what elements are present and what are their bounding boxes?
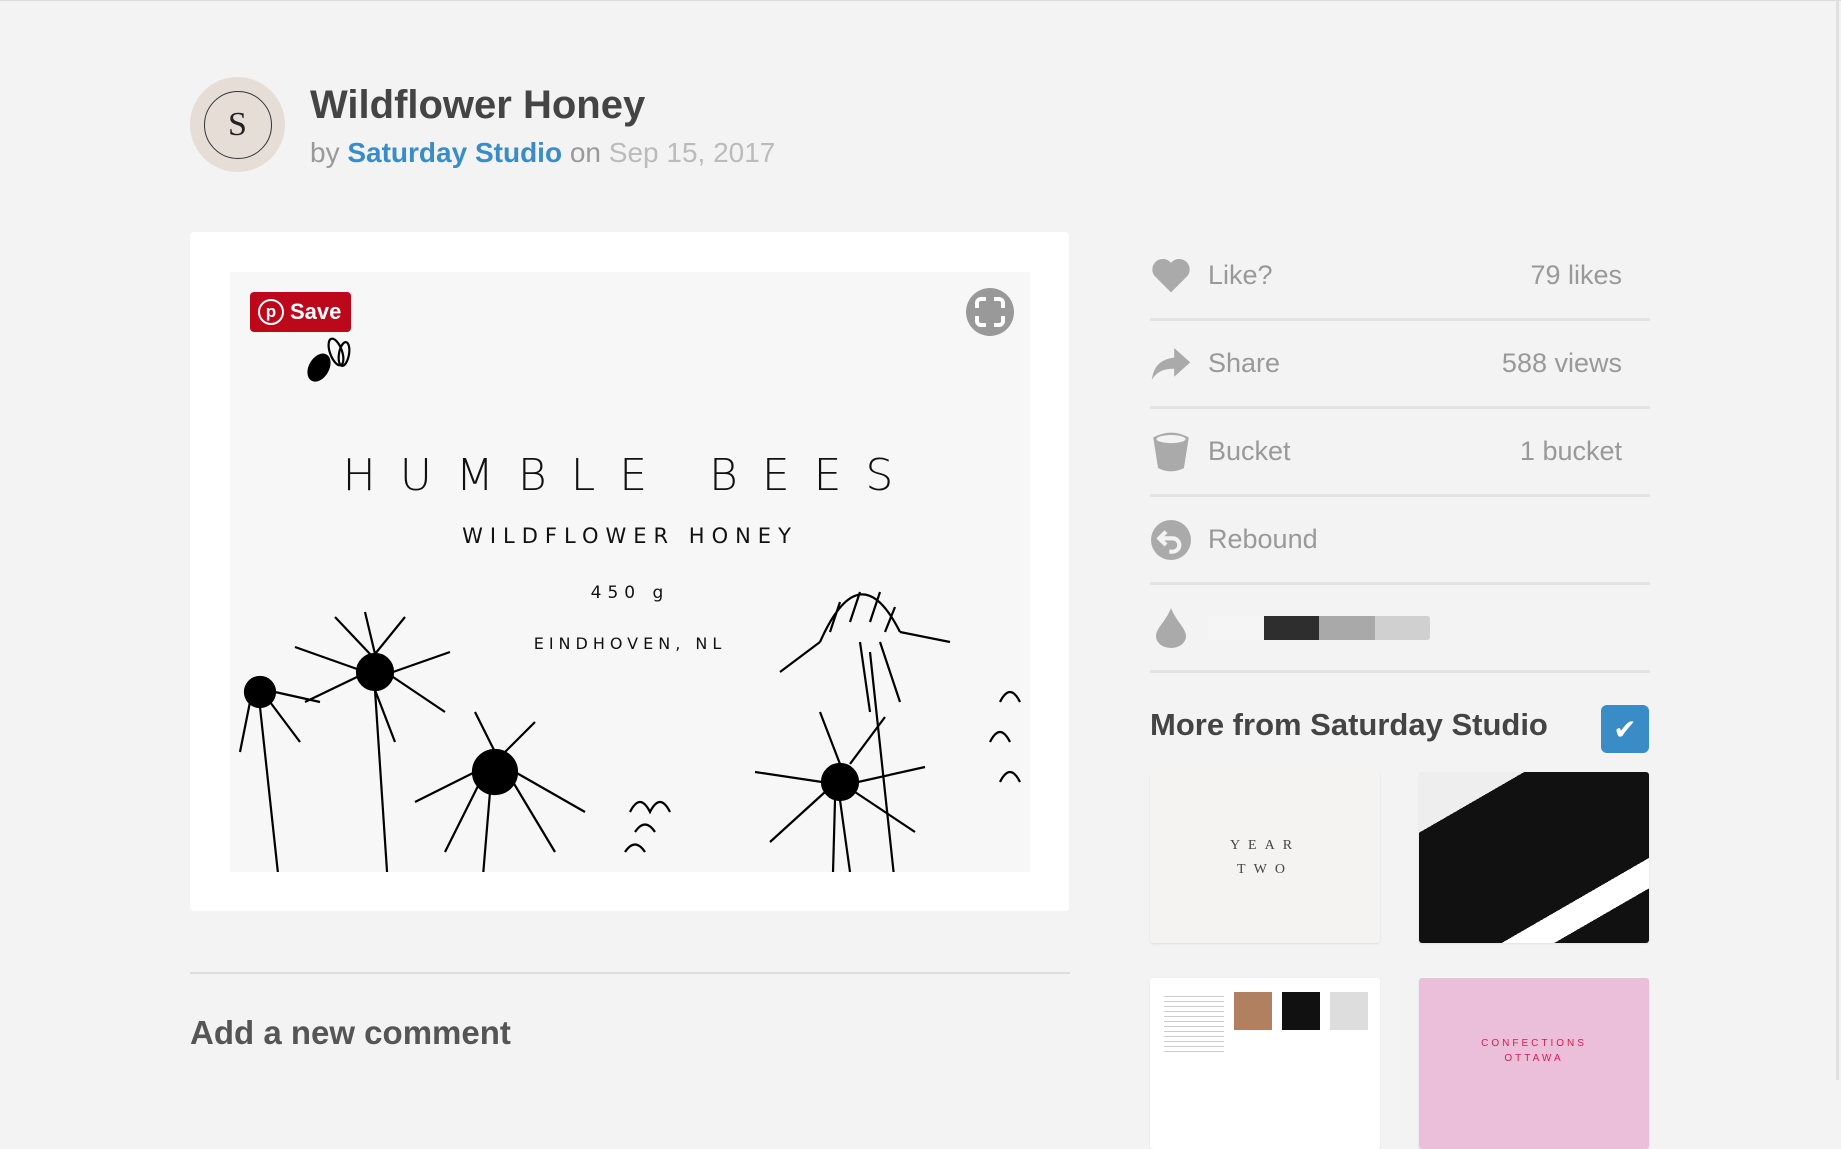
author-link[interactable]: Saturday Studio bbox=[347, 137, 562, 168]
label-location: EINDHOVEN, NL bbox=[533, 634, 727, 653]
rebound-label: Rebound bbox=[1208, 524, 1318, 554]
flower-illustration bbox=[238, 337, 1021, 872]
shot-title: Wildflower Honey bbox=[310, 83, 646, 127]
label-weight: 450 g bbox=[590, 583, 670, 603]
on-text: on bbox=[569, 137, 601, 168]
heart-icon bbox=[1150, 255, 1192, 297]
checkmark-icon: ✔ bbox=[1613, 713, 1637, 745]
byline: by Saturday Studio on Sep 15, 2017 bbox=[310, 137, 775, 169]
like-label: Like? bbox=[1208, 260, 1273, 290]
share-label: Share bbox=[1208, 348, 1281, 378]
divider bbox=[190, 972, 1070, 974]
more-from-heading[interactable]: More from Saturday Studio bbox=[1150, 707, 1548, 743]
shot-image[interactable]: p Save HUMBLE BEES WILDFLOWER HONEY 450 g… bbox=[230, 272, 1030, 872]
label-product: WILDFLOWER HONEY bbox=[462, 524, 798, 548]
like-row[interactable]: Like? 79 likes bbox=[1150, 233, 1650, 321]
shot-card: p Save HUMBLE BEES WILDFLOWER HONEY 450 g… bbox=[190, 232, 1069, 911]
thumb-text: OTTAWA bbox=[1504, 1053, 1564, 1064]
palette-swatch[interactable] bbox=[1263, 615, 1319, 640]
likes-count: 79 likes bbox=[1530, 260, 1622, 290]
share-row[interactable]: Share 588 views bbox=[1150, 321, 1650, 409]
thumb-confections[interactable]: CONFECTIONS OTTAWA bbox=[1419, 978, 1649, 1149]
thumb-black-package[interactable] bbox=[1419, 772, 1649, 943]
rebound-row[interactable]: Rebound bbox=[1150, 497, 1650, 585]
color-palette-row bbox=[1150, 585, 1650, 673]
bucket-label: Bucket bbox=[1208, 436, 1291, 466]
comment-heading: Add a new comment bbox=[190, 1014, 511, 1051]
thumb-text: CONFECTIONS bbox=[1481, 1038, 1587, 1049]
bucket-row[interactable]: Bucket 1 bucket bbox=[1150, 409, 1650, 497]
thumb-text: YEAR bbox=[1229, 837, 1301, 853]
thumb-text: TWO bbox=[1237, 861, 1293, 877]
views-count: 588 views bbox=[1501, 348, 1622, 378]
thumb-year-two[interactable]: YEAR TWO bbox=[1150, 772, 1380, 943]
droplet-icon bbox=[1150, 607, 1192, 649]
palette-swatch[interactable] bbox=[1208, 615, 1264, 640]
post-date: Sep 15, 2017 bbox=[608, 137, 776, 168]
author-avatar[interactable]: S bbox=[190, 77, 285, 172]
palette-swatch[interactable] bbox=[1319, 615, 1375, 640]
scrollbar[interactable] bbox=[1836, 1, 1839, 1080]
bucket-icon bbox=[1150, 431, 1192, 473]
pinterest-icon: p bbox=[258, 299, 284, 325]
save-label: Save bbox=[290, 299, 342, 324]
buckets-count: 1 bucket bbox=[1519, 436, 1622, 466]
zoom-expand-icon[interactable] bbox=[966, 288, 1014, 336]
label-brand: HUMBLE BEES bbox=[342, 450, 918, 501]
thumb-grid-layout[interactable] bbox=[1150, 978, 1380, 1149]
follow-check-button[interactable]: ✔ bbox=[1601, 705, 1649, 753]
palette-swatch[interactable] bbox=[1374, 615, 1430, 640]
color-palette bbox=[1208, 615, 1430, 640]
pinterest-save-button[interactable]: p Save bbox=[250, 292, 352, 332]
avatar-letter: S bbox=[228, 105, 247, 143]
rebound-icon bbox=[1150, 519, 1192, 561]
share-arrow-icon bbox=[1150, 343, 1192, 385]
by-text: by bbox=[310, 137, 340, 168]
